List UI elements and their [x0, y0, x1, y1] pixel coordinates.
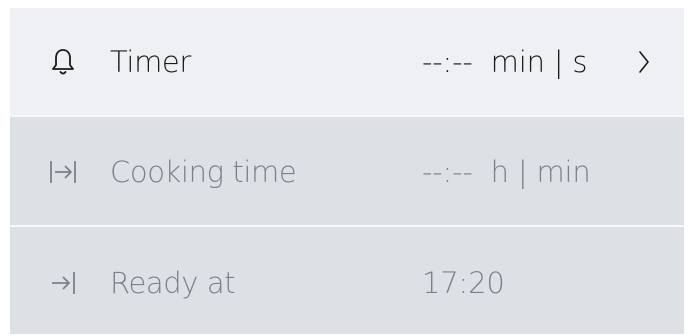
- duration-icon: [48, 157, 78, 187]
- ready-at-label: Ready at: [110, 265, 236, 300]
- bell-icon: [48, 47, 78, 77]
- timer-label: Timer: [110, 44, 191, 79]
- cooking-time-value: --:-- h | min: [422, 154, 591, 189]
- timer-row[interactable]: Timer --:-- min | s: [10, 8, 684, 115]
- end-time-icon: [48, 268, 78, 298]
- ready-at-value: 17:20: [422, 265, 505, 300]
- row-divider: [10, 115, 684, 117]
- cooking-time-label: Cooking time: [110, 154, 297, 189]
- chevron-right-icon[interactable]: [634, 47, 654, 77]
- settings-panel: Timer --:-- min | s Cooking time --:-- h…: [10, 8, 684, 334]
- timer-value: --:-- min | s: [422, 44, 588, 79]
- cooking-time-row: Cooking time --:-- h | min: [10, 118, 684, 225]
- row-divider: [10, 225, 684, 227]
- ready-at-row: Ready at 17:20: [10, 229, 684, 336]
